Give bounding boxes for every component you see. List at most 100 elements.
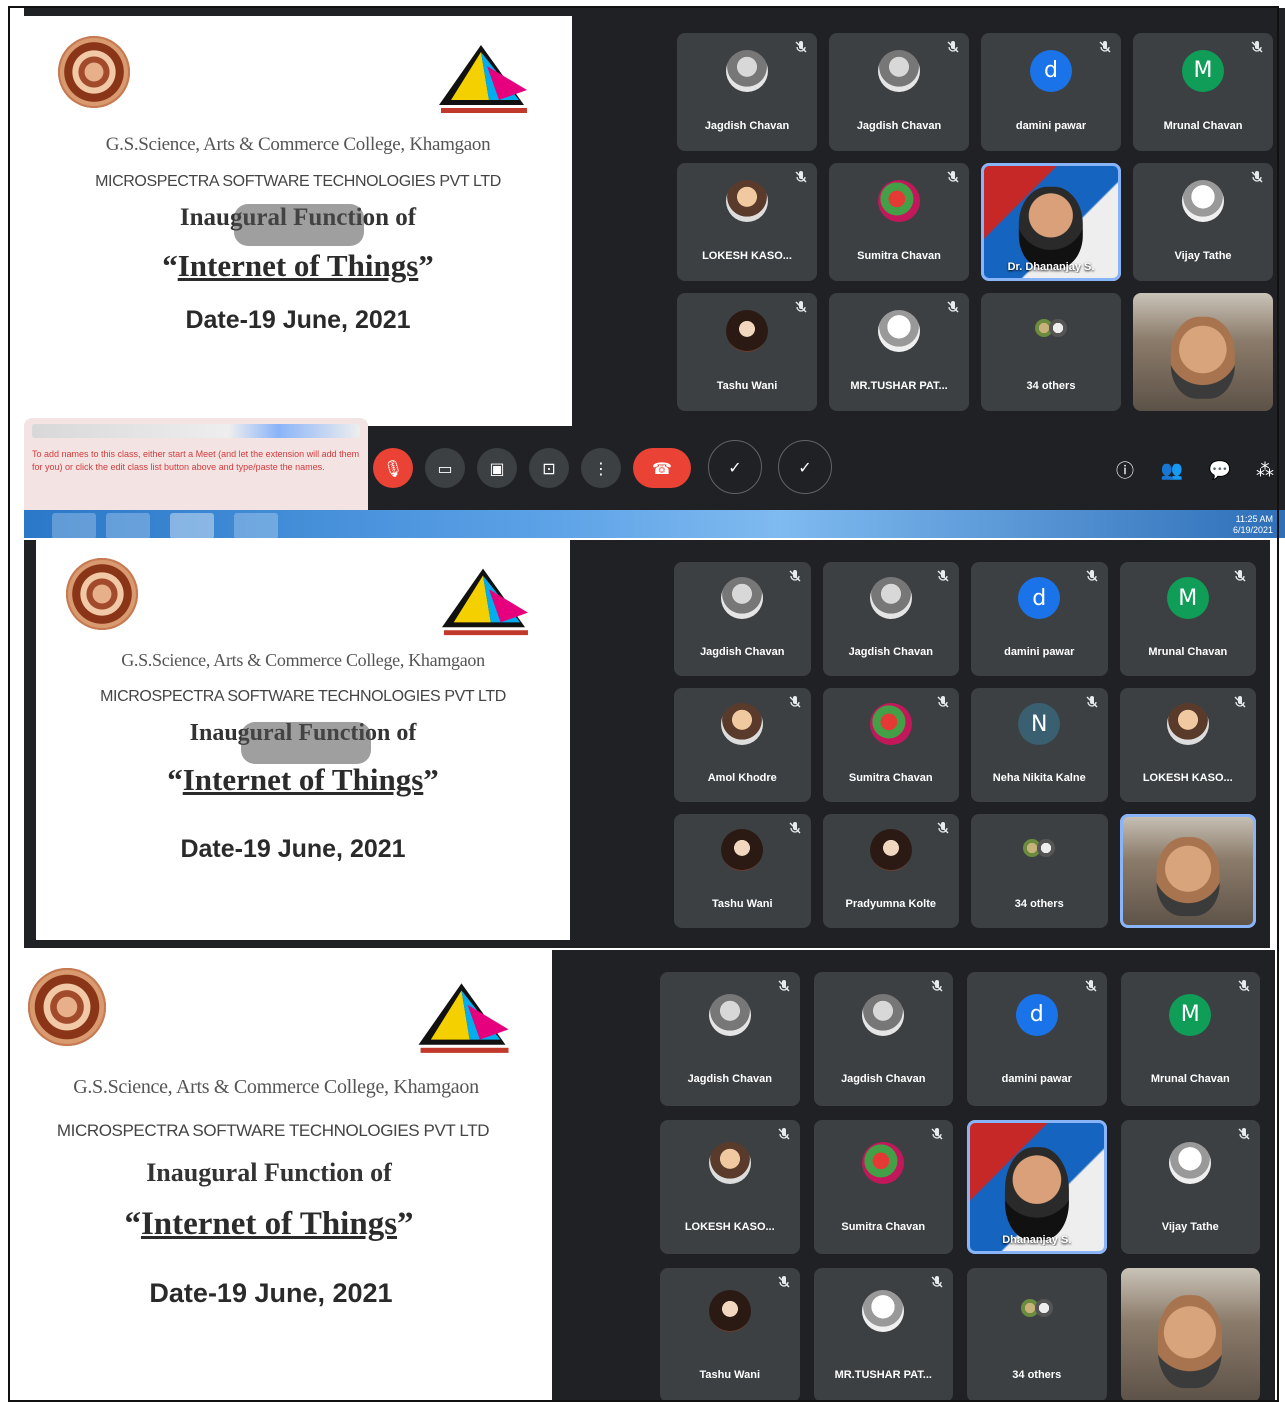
quote-open: “ — [167, 762, 183, 797]
participant-tile[interactable]: Jagdish Chavan — [677, 33, 817, 151]
people-icon[interactable]: 👥 — [1160, 458, 1184, 482]
participant-name: Vijay Tathe — [1174, 250, 1232, 263]
mic-off-icon: 🎙 — [382, 458, 404, 478]
mic-muted-icon — [947, 171, 959, 183]
participant-avatar — [878, 179, 920, 222]
participant-avatar — [862, 993, 905, 1036]
present-button[interactable]: ⊡ — [529, 448, 569, 488]
participant-tile[interactable]: Tashu Wani — [674, 814, 811, 928]
others-avatars-icon — [1023, 839, 1056, 858]
event-date: Date-19 June, 2021 — [149, 1278, 393, 1308]
participant-tile[interactable] — [1120, 1268, 1260, 1400]
extension-button-1[interactable]: ✓ — [708, 440, 762, 494]
participant-tile[interactable]: 34 others — [981, 293, 1121, 411]
taskbar-app-button[interactable] — [234, 513, 278, 538]
participant-avatar — [721, 703, 764, 746]
participant-name: LOKESH KASO... — [702, 250, 792, 263]
event-title-text: Internet of Things — [182, 762, 424, 797]
participant-name: Pradyumna Kolte — [845, 897, 936, 910]
participant-avatar — [726, 179, 768, 222]
others-avatars-icon — [1020, 1299, 1053, 1318]
mic-toggle-button[interactable]: 🎙 — [373, 448, 413, 488]
participant-video — [1156, 836, 1220, 917]
college-name: G.S.Science, Arts & Commerce College, Kh… — [105, 134, 491, 155]
taskbar-media-button[interactable] — [106, 513, 150, 538]
microspectra-logo-icon — [439, 45, 527, 113]
participant-name: Jagdish Chavan — [687, 1072, 772, 1085]
participant-tile[interactable]: Jagdish Chavan — [813, 972, 953, 1106]
participant-tile[interactable] — [1119, 814, 1256, 928]
others-avatars-icon — [1035, 319, 1067, 338]
company-name: MICROSPECTRA SOFTWARE TECHNOLOGIES PVT L… — [56, 1121, 490, 1140]
taskbar-explorer-button[interactable] — [52, 513, 96, 538]
participant-tile[interactable]: Sumitra Chavan — [822, 688, 959, 802]
participant-tile[interactable]: Jagdish Chavan — [822, 562, 959, 676]
chat-icon[interactable]: 💬 — [1208, 458, 1232, 482]
participant-tile[interactable]: N Neha Nikita Kalne — [971, 688, 1108, 802]
event-title-text: Internet of Things — [177, 248, 419, 283]
more-options-button[interactable]: ⋮ — [581, 448, 621, 488]
participant-name: damini pawar — [1015, 120, 1087, 133]
activities-icon[interactable]: ⁂ — [1253, 458, 1277, 482]
extension-button-2[interactable]: ✓ — [778, 440, 832, 494]
participant-tile[interactable]: Jagdish Chavan — [829, 33, 969, 151]
mic-muted-icon — [1086, 570, 1097, 582]
participant-tile[interactable]: LOKESH KASO... — [677, 163, 817, 281]
participant-tile[interactable]: Sumitra Chavan — [829, 163, 969, 281]
taskbar-chrome-button[interactable] — [170, 513, 214, 538]
participant-tile[interactable]: LOKESH KASO... — [660, 1120, 800, 1254]
participant-name: Dhananjay S. — [1002, 1234, 1072, 1246]
camera-toggle-button[interactable]: ▭ — [425, 448, 465, 488]
participant-tile[interactable]: Dhananjay S. — [967, 1120, 1107, 1254]
participant-tile[interactable]: M Mrunal Chavan — [1119, 562, 1256, 676]
participant-name: Jagdish Chavan — [700, 645, 785, 658]
info-icon[interactable]: ⓘ — [1113, 458, 1137, 482]
participant-avatar: M — [1182, 49, 1224, 92]
event-date: Date-19 June, 2021 — [185, 306, 411, 334]
participant-tile[interactable]: Vijay Tathe — [1120, 1120, 1260, 1254]
participant-avatar — [869, 703, 912, 746]
participant-tile[interactable]: Jagdish Chavan — [674, 562, 811, 676]
participant-tile[interactable] — [1133, 293, 1273, 411]
participant-tile[interactable]: Tashu Wani — [677, 293, 817, 411]
participant-tile[interactable]: Jagdish Chavan — [660, 972, 800, 1106]
participant-tile[interactable]: Amol Khodre — [674, 688, 811, 802]
participant-tile[interactable]: Pradyumna Kolte — [822, 814, 959, 928]
participant-avatar — [878, 49, 920, 92]
participant-tile[interactable]: Vijay Tathe — [1133, 163, 1273, 281]
participant-tile[interactable]: Dr. Dhananjay S. — [981, 163, 1121, 281]
meet-screen-2: G.S.Science, Arts & Commerce College, Kh… — [24, 540, 1270, 948]
participant-avatar: M — [1169, 993, 1212, 1036]
participant-tile[interactable]: LOKESH KASO... — [1119, 688, 1256, 802]
participant-tile[interactable]: M Mrunal Chavan — [1133, 33, 1273, 151]
college-name: G.S.Science, Arts & Commerce College, Kh… — [121, 650, 485, 670]
mic-muted-icon — [778, 1276, 789, 1288]
presentation-slide: G.S.Science, Arts & Commerce College, Kh… — [24, 16, 572, 426]
participant-tile[interactable]: Sumitra Chavan — [813, 1120, 953, 1254]
participant-avatar: N — [1018, 703, 1061, 746]
captions-button[interactable]: ▣ — [477, 448, 517, 488]
college-seal-icon — [58, 36, 130, 108]
participant-name: Dr. Dhananjay S. — [1007, 261, 1095, 273]
participant-avatar: d — [1015, 993, 1058, 1036]
mic-muted-icon — [1234, 696, 1246, 708]
participant-tile[interactable]: 34 others — [967, 1268, 1107, 1400]
participant-avatar — [708, 993, 751, 1036]
participant-grid: Jagdish Chavan Jagdish Chavan d damini pawa… — [674, 562, 1256, 928]
participant-tile[interactable]: d damini pawar — [981, 33, 1121, 151]
camera-icon: ▭ — [437, 458, 453, 478]
captions-icon: ▣ — [489, 458, 505, 478]
participant-tile[interactable]: 34 others — [971, 814, 1108, 928]
company-name: MICROSPECTRA SOFTWARE TECHNOLOGIES PVT L… — [100, 688, 506, 705]
participant-tile[interactable]: Tashu Wani — [660, 1268, 800, 1400]
participant-tile[interactable]: d damini pawar — [967, 972, 1107, 1106]
participant-name: Neha Nikita Kalne — [992, 771, 1086, 784]
mic-muted-icon — [778, 1128, 789, 1140]
event-title: “Internet of Things” — [24, 248, 572, 284]
quote-close: ” — [418, 248, 434, 283]
participant-tile[interactable]: MR.TUSHAR PAT... — [829, 293, 969, 411]
participant-tile[interactable]: MR.TUSHAR PAT... — [813, 1268, 953, 1400]
participant-tile[interactable]: M Mrunal Chavan — [1120, 972, 1260, 1106]
participant-tile[interactable]: d damini pawar — [971, 562, 1108, 676]
hangup-button[interactable]: ☎ — [633, 448, 691, 488]
